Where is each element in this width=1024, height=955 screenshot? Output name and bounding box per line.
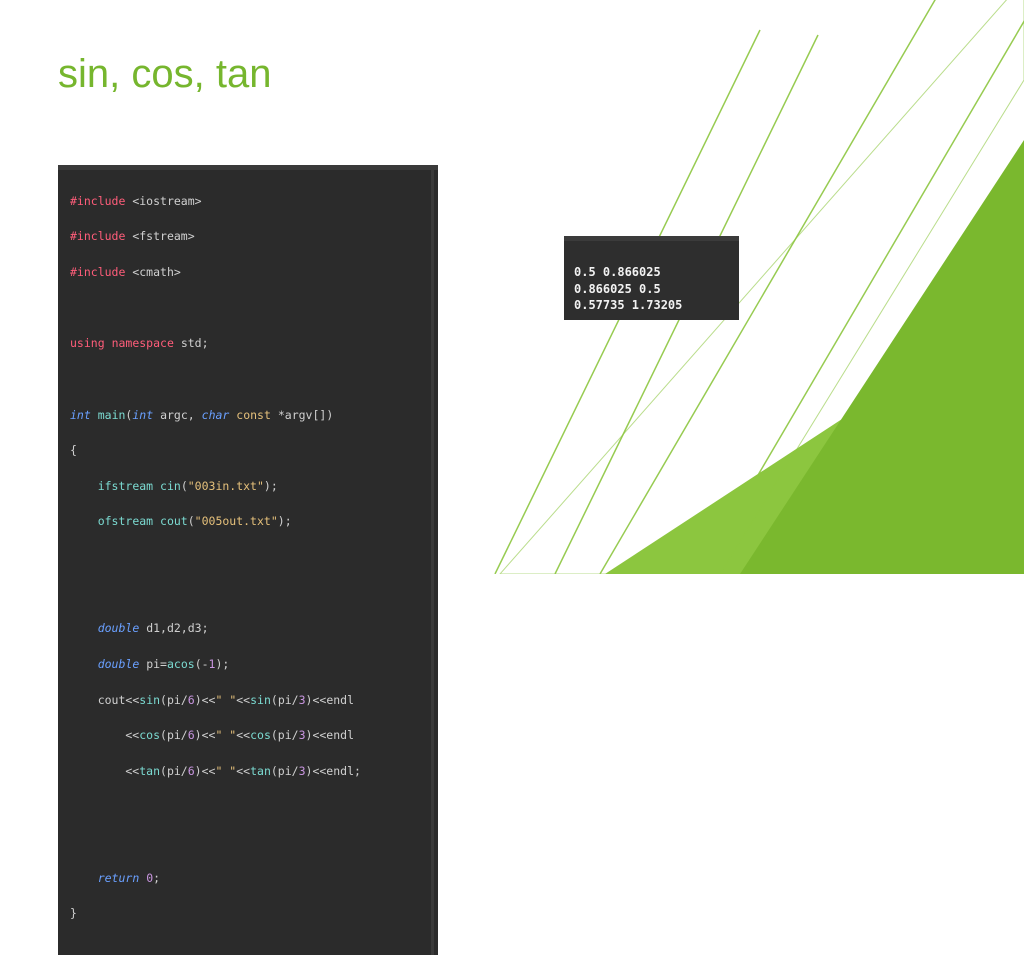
code-token: ifstream: [98, 479, 153, 493]
code-token: argv: [285, 408, 313, 422]
code-token: std: [181, 336, 202, 350]
code-token: 6: [188, 693, 195, 707]
slide-title: sin, cos, tan: [58, 52, 271, 97]
code-token: acos: [167, 657, 195, 671]
code-token: endl: [326, 728, 354, 742]
code-token: 3: [299, 764, 306, 778]
code-token: const: [236, 408, 271, 422]
code-token: char: [202, 408, 230, 422]
code-token: 3: [299, 728, 306, 742]
code-token: 0: [146, 871, 153, 885]
code-token: #include: [70, 229, 125, 243]
code-token: 1: [209, 657, 216, 671]
code-token: " ": [215, 728, 236, 742]
code-token: endl: [326, 693, 354, 707]
output-line: 0.866025 0.5: [574, 282, 661, 296]
code-token: sin: [250, 693, 271, 707]
code-token: cout: [160, 514, 188, 528]
output-line: 0.5 0.866025: [574, 265, 661, 279]
code-token: }: [70, 905, 426, 923]
code-token: "005out.txt": [195, 514, 278, 528]
code-token: tan: [250, 764, 271, 778]
code-token: "003in.txt": [188, 479, 264, 493]
code-token: <fstream>: [132, 229, 194, 243]
code-token: endl: [326, 764, 354, 778]
code-token: cos: [250, 728, 271, 742]
code-token: " ": [215, 693, 236, 707]
code-token: 3: [299, 693, 306, 707]
code-token: return: [98, 871, 140, 885]
code-token: int: [132, 408, 153, 422]
code-token: 6: [188, 764, 195, 778]
code-token: d1,d2,d3: [146, 621, 201, 635]
code-token: " ": [215, 764, 236, 778]
code-token: cout: [98, 693, 126, 707]
code-token: sin: [139, 693, 160, 707]
code-token: <cmath>: [132, 265, 180, 279]
code-token: <iostream>: [132, 194, 201, 208]
output-line: 0.57735 1.73205: [574, 298, 682, 312]
code-token: namespace: [112, 336, 174, 350]
code-token: double: [98, 657, 140, 671]
code-token: pi: [146, 657, 160, 671]
code-token: #include: [70, 265, 125, 279]
program-output-block: 0.5 0.866025 0.866025 0.5 0.57735 1.7320…: [564, 236, 739, 320]
code-token: ofstream: [98, 514, 153, 528]
code-token: using: [70, 336, 105, 350]
code-token: tan: [139, 764, 160, 778]
code-token: cos: [139, 728, 160, 742]
code-token: int: [70, 408, 91, 422]
code-token: double: [98, 621, 140, 635]
code-editor-block: #include <iostream> #include <fstream> #…: [58, 165, 438, 955]
code-token: {: [70, 442, 426, 460]
code-token: main: [98, 408, 126, 422]
code-token: cin: [160, 479, 181, 493]
code-token: 6: [188, 728, 195, 742]
code-token: argc: [160, 408, 188, 422]
code-token: #include: [70, 194, 125, 208]
